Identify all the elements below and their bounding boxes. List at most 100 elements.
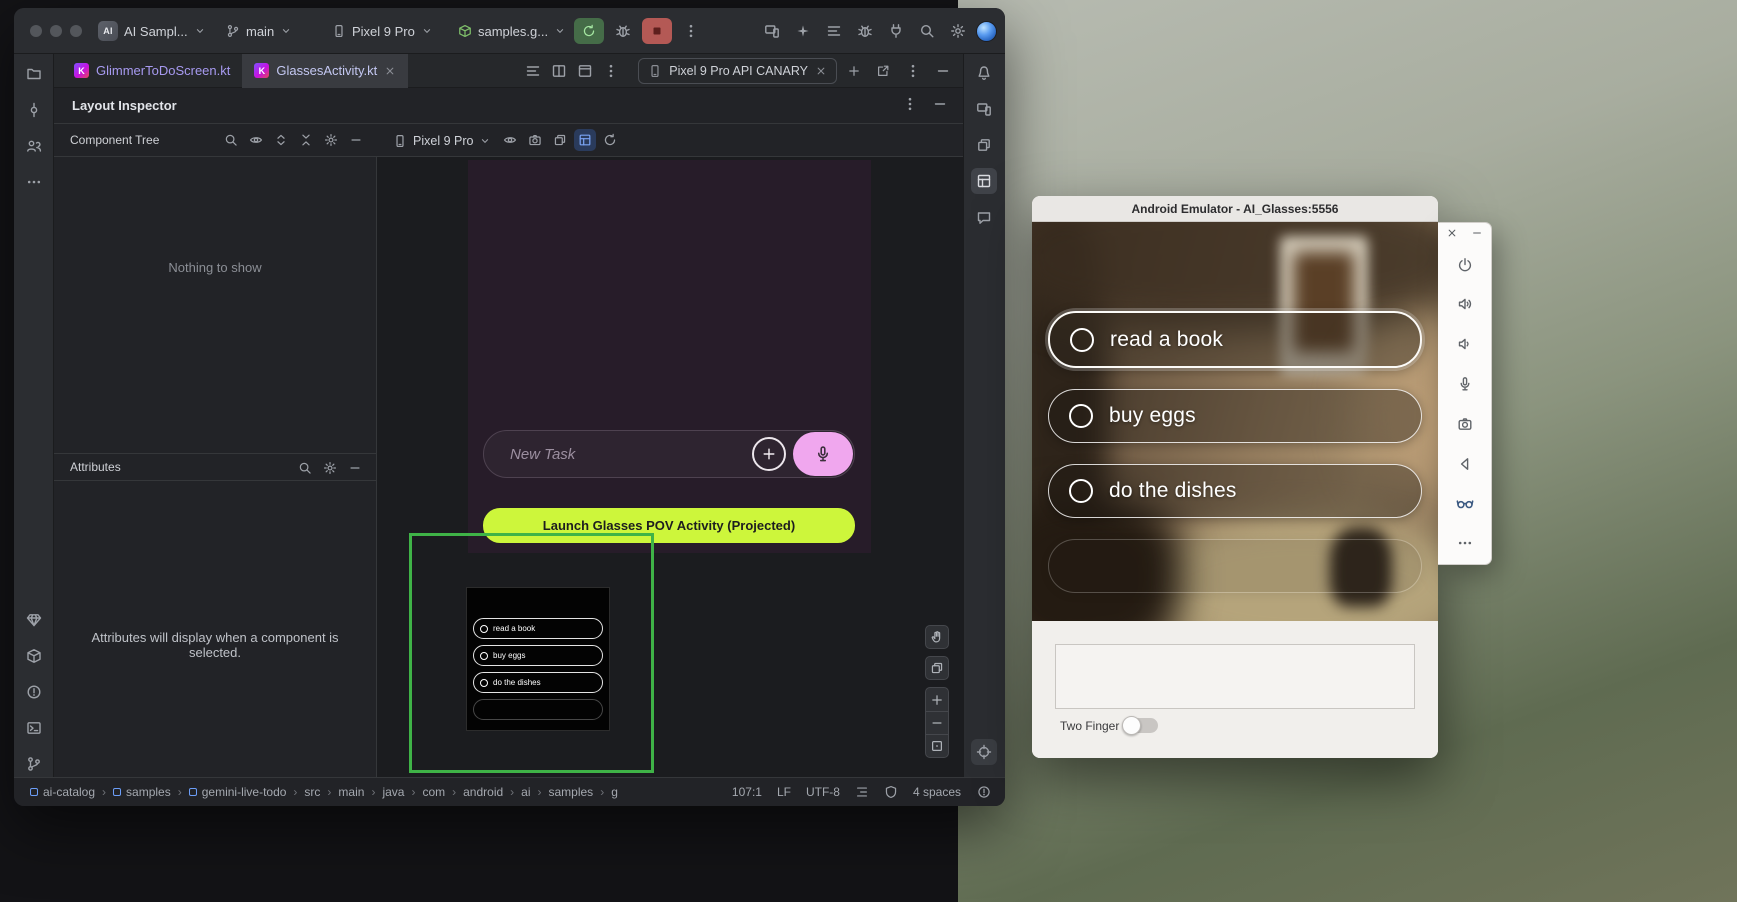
microphone-button[interactable] bbox=[1452, 371, 1478, 397]
todo-item-buy-eggs[interactable]: buy eggs bbox=[1048, 389, 1422, 443]
file-encoding[interactable]: UTF-8 bbox=[806, 785, 840, 799]
panel-options-button[interactable] bbox=[899, 93, 921, 115]
gemini-tool-button[interactable] bbox=[21, 607, 47, 633]
camera-button[interactable] bbox=[1452, 411, 1478, 437]
close-icon[interactable] bbox=[384, 65, 396, 77]
hide-panel-button[interactable] bbox=[931, 59, 955, 83]
layer-mode-button[interactable] bbox=[925, 656, 949, 680]
collapse-all-button[interactable] bbox=[295, 129, 317, 151]
window-minimize-button[interactable] bbox=[50, 25, 62, 37]
toggle-visibility-button[interactable] bbox=[499, 129, 521, 151]
branch-selector[interactable]: main bbox=[226, 8, 292, 54]
tree-settings-button[interactable] bbox=[320, 129, 342, 151]
voice-input-button[interactable] bbox=[793, 432, 853, 476]
settings-button[interactable] bbox=[945, 18, 971, 44]
snapshot-button[interactable] bbox=[549, 129, 571, 151]
volume-down-button[interactable] bbox=[1452, 331, 1478, 357]
screenshot-button[interactable] bbox=[524, 129, 546, 151]
structure-tool-button[interactable] bbox=[21, 133, 47, 159]
notifications-button[interactable] bbox=[971, 60, 997, 86]
error-indicator[interactable] bbox=[977, 785, 991, 799]
profiler-button[interactable] bbox=[852, 18, 878, 44]
project-tool-button[interactable] bbox=[21, 61, 47, 87]
running-devices-button[interactable] bbox=[971, 132, 997, 158]
process-selector[interactable]: Pixel 9 Pro bbox=[393, 129, 491, 153]
pan-tool-button[interactable] bbox=[925, 625, 949, 649]
run-config-selector[interactable]: samples.g... bbox=[458, 8, 566, 54]
device-explorer-button[interactable] bbox=[883, 18, 909, 44]
inspect-mode-button[interactable] bbox=[971, 739, 997, 765]
debug-button[interactable] bbox=[610, 18, 636, 44]
power-button[interactable] bbox=[1452, 252, 1478, 278]
two-finger-toggle[interactable] bbox=[1124, 718, 1158, 733]
shield-icon[interactable] bbox=[884, 785, 898, 799]
commit-tool-button[interactable] bbox=[21, 97, 47, 123]
layout-inspector-button[interactable] bbox=[971, 168, 997, 194]
emulator-minimize-button[interactable] bbox=[1469, 225, 1485, 241]
vcs-tool-button[interactable] bbox=[21, 751, 47, 777]
window-close-button[interactable] bbox=[30, 25, 42, 37]
project-selector[interactable]: AI AI Sampl... bbox=[98, 8, 206, 54]
volume-up-button[interactable] bbox=[1452, 291, 1478, 317]
logcat-button[interactable] bbox=[821, 18, 847, 44]
assistant-button[interactable] bbox=[971, 205, 997, 231]
stop-button[interactable] bbox=[642, 18, 672, 44]
zoom-in-button[interactable] bbox=[926, 688, 948, 711]
more-tools-button[interactable] bbox=[21, 169, 47, 195]
launch-glasses-button[interactable]: Launch Glasses POV Activity (Projected) bbox=[483, 508, 855, 543]
panel-minimize-button[interactable] bbox=[929, 93, 951, 115]
rendered-app-screen[interactable]: New Task Launch Glasses POV Activity (Pr… bbox=[468, 160, 871, 553]
breadcrumb[interactable]: ai-catalog samples gemini-live-todo src … bbox=[30, 785, 618, 799]
attributes-search-button[interactable] bbox=[294, 457, 316, 479]
indent-icon[interactable] bbox=[855, 785, 869, 799]
zoom-out-button[interactable] bbox=[926, 711, 948, 734]
new-task-input[interactable]: New Task bbox=[483, 430, 855, 478]
ai-assistant-button[interactable] bbox=[790, 18, 816, 44]
emulator-titlebar[interactable]: Android Emulator - AI_Glasses:5556 bbox=[1032, 196, 1438, 222]
emulator-screen[interactable]: read a book buy eggs do the dishes bbox=[1032, 222, 1438, 621]
build-tool-button[interactable] bbox=[21, 643, 47, 669]
line-separator[interactable]: LF bbox=[777, 785, 791, 799]
add-task-button[interactable] bbox=[752, 437, 786, 471]
tree-visibility-button[interactable] bbox=[245, 129, 267, 151]
tree-search-button[interactable] bbox=[220, 129, 242, 151]
search-everywhere-button[interactable] bbox=[914, 18, 940, 44]
device-manager-button[interactable] bbox=[971, 96, 997, 122]
tree-minimize-button[interactable] bbox=[345, 129, 367, 151]
device-render-canvas[interactable]: New Task Launch Glasses POV Activity (Pr… bbox=[377, 157, 963, 777]
attributes-settings-button[interactable] bbox=[319, 457, 341, 479]
expand-all-button[interactable] bbox=[270, 129, 292, 151]
open-in-window-button[interactable] bbox=[871, 59, 895, 83]
running-device-tab[interactable]: Pixel 9 Pro API CANARY bbox=[638, 58, 837, 84]
editor-options-button[interactable] bbox=[598, 58, 624, 84]
todo-item-do-the-dishes[interactable]: do the dishes bbox=[1048, 464, 1422, 518]
tab-glimmertodoscreen[interactable]: K GlimmerToDoScreen.kt bbox=[62, 54, 242, 88]
rerun-button[interactable] bbox=[574, 18, 604, 44]
glasses-mode-button[interactable] bbox=[1452, 490, 1478, 516]
caret-position[interactable]: 107:1 bbox=[732, 785, 762, 799]
glasses-pov-preview[interactable]: read a book buy eggs do the dishes bbox=[466, 587, 610, 731]
more-options-button[interactable] bbox=[1452, 530, 1478, 556]
profile-avatar[interactable] bbox=[976, 21, 997, 42]
tab-glassesactivity[interactable]: K GlassesActivity.kt bbox=[242, 54, 408, 88]
checkbox-circle-icon[interactable] bbox=[1069, 479, 1093, 503]
touchpad-area[interactable] bbox=[1055, 644, 1415, 709]
back-button[interactable] bbox=[1452, 451, 1478, 477]
terminal-tool-button[interactable] bbox=[21, 715, 47, 741]
device-selector[interactable]: Pixel 9 Pro bbox=[332, 8, 433, 54]
checkbox-circle-icon[interactable] bbox=[1069, 404, 1093, 428]
add-device-tab-button[interactable] bbox=[841, 58, 867, 84]
split-editor-button[interactable] bbox=[546, 58, 572, 84]
device-options-button[interactable] bbox=[901, 59, 925, 83]
emulator-close-button[interactable] bbox=[1444, 225, 1460, 241]
refresh-button[interactable] bbox=[599, 129, 621, 151]
live-updates-button[interactable] bbox=[574, 129, 596, 151]
todo-item-read-a-book[interactable]: read a book bbox=[1048, 311, 1422, 368]
zoom-fit-button[interactable] bbox=[926, 734, 948, 757]
problems-tool-button[interactable] bbox=[21, 679, 47, 705]
run-more-actions-button[interactable] bbox=[678, 18, 704, 44]
checkbox-circle-icon[interactable] bbox=[1070, 328, 1094, 352]
preview-layout-button[interactable] bbox=[572, 58, 598, 84]
editor-list-button[interactable] bbox=[520, 58, 546, 84]
close-icon[interactable] bbox=[815, 65, 827, 77]
